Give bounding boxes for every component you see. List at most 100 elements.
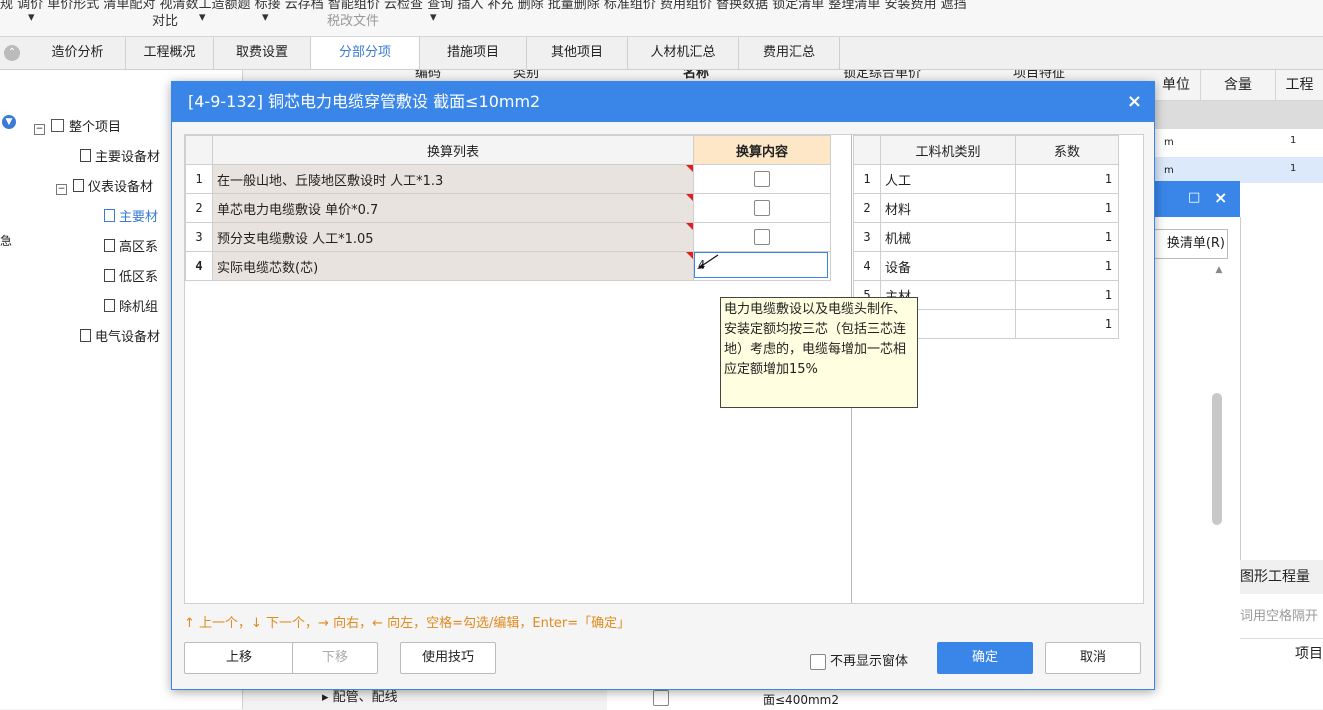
table-row[interactable]: 2 单芯电力电缆敷设 单价*0.7: [185, 193, 831, 223]
row-category: 机械: [880, 222, 1016, 252]
row-number: 1: [853, 164, 881, 194]
tree-item-label: 低区系: [119, 270, 159, 285]
tree-item-instrument-equipment[interactable]: − 仪表设备材: [56, 176, 153, 195]
row-name-text: 实际电缆芯数(芯): [217, 260, 319, 276]
table-row[interactable]: 3 预分支电缆敷设 人工*1.05: [185, 222, 831, 252]
replace-list-button[interactable]: 换清单(R): [1152, 229, 1228, 259]
table-row[interactable]: 1 人工 1: [853, 164, 1119, 194]
row-checkbox-cell[interactable]: [693, 222, 831, 252]
tree-item-root[interactable]: − 整个项目: [34, 116, 121, 135]
collapse-icon[interactable]: −: [34, 124, 45, 135]
tree-item-label: 高区系: [119, 240, 159, 255]
cancel-button[interactable]: 取消: [1045, 642, 1141, 674]
tab-fee-summary[interactable]: 费用汇总: [739, 37, 840, 69]
row-number: 4: [185, 251, 213, 281]
bg-header-code: 编码: [415, 70, 442, 81]
checkbox[interactable]: [810, 653, 826, 670]
bg-group-row: [1152, 101, 1323, 129]
ribbon-compare-label[interactable]: 对比: [152, 10, 178, 29]
collapse-icon[interactable]: −: [56, 184, 67, 195]
row-checkbox[interactable]: [754, 171, 770, 187]
col-coefficient: 系数: [1015, 135, 1119, 165]
row-coefficient[interactable]: 1: [1015, 193, 1119, 223]
row-checkbox[interactable]: [754, 200, 770, 216]
tree-item-label: 电气设备材: [95, 330, 161, 345]
row-number: 3: [185, 222, 213, 252]
ribbon-row-labels: 对比 ▾ ▾ 税改文件 ▾ ▾: [0, 10, 1323, 34]
row-name: 在一般山地、丘陵地区敷设时 人工*1.3: [212, 164, 694, 194]
cell-unit: m: [1164, 165, 1174, 176]
ribbon-taxfile-label[interactable]: 税改文件: [327, 10, 379, 29]
dialog-grid-area: 换算列表 换算内容 1 在一般山地、丘陵地区敷设时 人工*1.3 2 单芯电力电…: [184, 134, 1144, 604]
document-icon: [80, 149, 91, 162]
tree-item-main-material[interactable]: 主要材: [104, 206, 158, 225]
document-icon: [104, 269, 115, 282]
document-icon: [104, 239, 115, 252]
maximize-icon[interactable]: □: [1188, 190, 1200, 205]
tree-item-except-unit[interactable]: 除机组: [104, 296, 158, 315]
table-row[interactable]: 3 机械 1: [853, 222, 1119, 252]
tree-item-label: 主要材: [119, 210, 159, 225]
bg-col-quantity: 含量: [1201, 70, 1276, 101]
bg-row-checkbox[interactable]: [653, 690, 669, 706]
chevron-down-icon[interactable]: ▾: [199, 10, 206, 25]
bg-col-project: 工程: [1276, 70, 1323, 101]
row-number: 3: [853, 222, 881, 252]
tab-fee-settings[interactable]: 取费设置: [214, 37, 311, 69]
row-checkbox[interactable]: [754, 229, 770, 245]
search-placeholder[interactable]: 词用空格隔开: [1240, 604, 1323, 630]
row-coefficient[interactable]: 1: [1015, 164, 1119, 194]
tree-item-label: 仪表设备材: [88, 180, 154, 195]
row-name-text: 在一般山地、丘陵地区敷设时 人工*1.3: [217, 173, 444, 189]
tab-items[interactable]: 分部分项: [311, 37, 420, 69]
tree-item-high-zone[interactable]: 高区系: [104, 236, 158, 255]
table-row[interactable]: 1 在一般山地、丘陵地区敷设时 人工*1.3: [185, 164, 831, 194]
dialog-title: [4-9-132] 铜芯电力电缆穿管敷设 截面≤10mm2: [188, 92, 541, 111]
table-row[interactable]: 2 材料 1: [853, 193, 1119, 223]
tab-resource-summary[interactable]: 人材机汇总: [628, 37, 739, 69]
scroll-up-icon[interactable]: ▲: [1210, 265, 1228, 281]
tree-item-low-zone[interactable]: 低区系: [104, 266, 158, 285]
chevron-down-icon[interactable]: ▾: [262, 10, 269, 25]
bg-header-name: 名称: [683, 70, 710, 81]
tree-item-main-equipment[interactable]: 主要设备材: [80, 146, 160, 165]
chevron-down-icon[interactable]: ▾: [430, 10, 437, 25]
table-row[interactable]: m 1: [1152, 129, 1323, 157]
graphic-quantity-label[interactable]: 图形工程量: [1240, 560, 1323, 594]
usage-tips-button[interactable]: 使用技巧: [400, 642, 496, 674]
col-conversion-list: 换算列表: [212, 135, 694, 165]
col-resource-type: 工料机类别: [880, 135, 1016, 165]
row-category: 人工: [880, 164, 1016, 194]
dialog-titlebar: [4-9-132] 铜芯电力电缆穿管敷设 截面≤10mm2 ×: [172, 82, 1154, 122]
close-icon[interactable]: ×: [1127, 82, 1142, 122]
tree-item-electrical-equipment[interactable]: 电气设备材: [80, 326, 160, 345]
tab-other-items[interactable]: 其他项目: [527, 37, 628, 69]
download-icon[interactable]: ▼: [2, 115, 16, 129]
move-up-button[interactable]: 上移: [184, 642, 294, 674]
close-icon[interactable]: ×: [1214, 188, 1227, 207]
row-coefficient[interactable]: 1: [1015, 251, 1119, 281]
col-num: [185, 135, 213, 165]
project-icon: [51, 119, 64, 132]
tab-measures[interactable]: 措施项目: [420, 37, 527, 69]
row-category: 设备: [880, 251, 1016, 281]
ok-button[interactable]: 确定: [937, 642, 1033, 674]
dont-show-again-checkbox[interactable]: 不再显示窗体: [810, 650, 908, 670]
table-row[interactable]: m 1: [1152, 157, 1323, 183]
row-checkbox-cell[interactable]: [693, 164, 831, 194]
tab-cost-analysis[interactable]: 造价分析: [30, 37, 126, 69]
table-row[interactable]: 4 实际电缆芯数(芯) 4: [185, 251, 831, 281]
row-coefficient[interactable]: 1: [1015, 222, 1119, 252]
tab-project-overview[interactable]: 工程概况: [126, 37, 214, 69]
bg-header-locked-price: 锁定综合单价: [843, 70, 922, 81]
move-down-button[interactable]: 下移: [292, 642, 378, 674]
row-coefficient[interactable]: 1: [1015, 309, 1119, 339]
collapse-up-icon[interactable]: ⌃: [4, 45, 20, 61]
table-header-row: 工料机类别 系数: [853, 135, 1119, 165]
chevron-down-icon[interactable]: ▾: [28, 10, 35, 25]
table-row[interactable]: 4 设备 1: [853, 251, 1119, 281]
row-checkbox-cell[interactable]: [693, 193, 831, 223]
row-coefficient[interactable]: 1: [1015, 280, 1119, 310]
scrollbar-thumb[interactable]: [1212, 393, 1222, 525]
bg-header-type: 类别: [513, 70, 540, 81]
